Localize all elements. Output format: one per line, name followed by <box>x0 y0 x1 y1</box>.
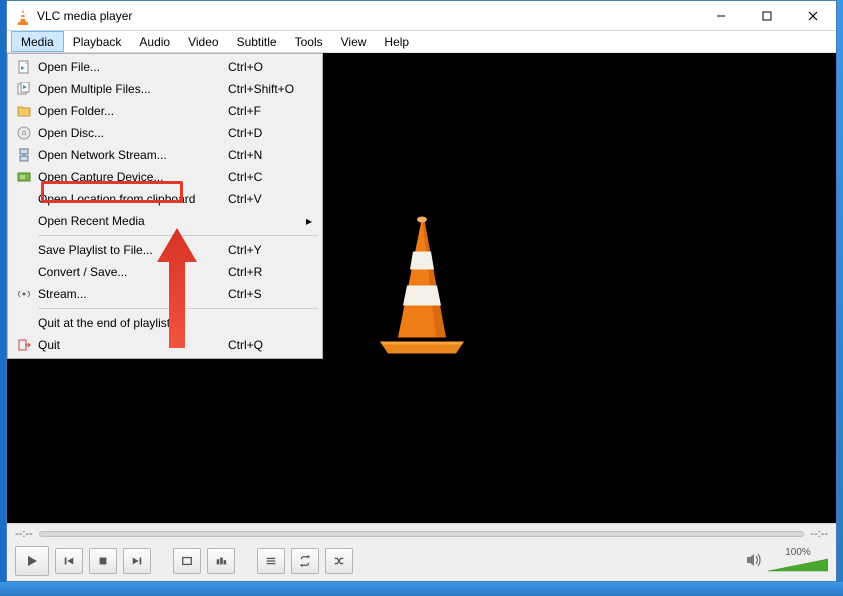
menu-tools[interactable]: Tools <box>286 31 332 52</box>
multiple-icon <box>14 81 34 97</box>
volume-area: 100% <box>746 547 828 576</box>
vlc-cone-icon <box>15 8 31 24</box>
file-icon <box>14 59 34 75</box>
menu-item-label: Open Disc... <box>38 126 228 140</box>
menubar: MediaPlaybackAudioVideoSubtitleToolsView… <box>7 31 836 53</box>
menu-item-shortcut: Ctrl+Shift+O <box>228 82 302 96</box>
menu-item-label: Open Network Stream... <box>38 148 228 162</box>
next-button[interactable] <box>123 548 151 574</box>
stop-button[interactable] <box>89 548 117 574</box>
close-button[interactable] <box>790 1 836 30</box>
menu-item-open-file[interactable]: Open File...Ctrl+O <box>10 56 320 78</box>
menu-item-label: Stream... <box>38 287 228 301</box>
window-title: VLC media player <box>37 9 132 23</box>
menu-item-shortcut: Ctrl+Y <box>228 243 302 257</box>
menu-item-label: Open Folder... <box>38 104 228 118</box>
menu-separator <box>38 308 318 309</box>
desktop-edge-right <box>837 0 843 582</box>
time-elapsed: --:-- <box>15 528 33 540</box>
submenu-arrow-icon: ▸ <box>302 214 316 228</box>
menu-item-convert-save[interactable]: Convert / Save...Ctrl+R <box>10 261 320 283</box>
media-menu-dropdown: Open File...Ctrl+OOpen Multiple Files...… <box>7 53 323 359</box>
fullscreen-button[interactable] <box>173 548 201 574</box>
menu-item-shortcut: Ctrl+C <box>228 170 302 184</box>
quit-icon <box>14 337 34 353</box>
menu-item-open-recent-media[interactable]: Open Recent Media ▸ <box>10 210 320 232</box>
controls-bar: --:-- --:-- 100% <box>7 523 836 581</box>
menu-item-shortcut: Ctrl+R <box>228 265 302 279</box>
menu-item-shortcut: Ctrl+V <box>228 192 302 206</box>
menu-item-label: Open Capture Device... <box>38 170 228 184</box>
folder-icon <box>14 103 34 119</box>
menu-video[interactable]: Video <box>179 31 227 52</box>
menu-item-label: Open File... <box>38 60 228 74</box>
disc-icon <box>14 125 34 141</box>
time-total: --:-- <box>810 528 828 540</box>
buttons-row: 100% <box>7 542 836 581</box>
menu-item-open-multiple-files[interactable]: Open Multiple Files...Ctrl+Shift+O <box>10 78 320 100</box>
menu-separator <box>38 235 318 236</box>
menu-item-label: Open Location from clipboard <box>38 192 228 206</box>
menu-item-open-location-from-clipboard[interactable]: Open Location from clipboardCtrl+V <box>10 188 320 210</box>
play-button[interactable] <box>15 546 49 576</box>
capture-icon <box>14 169 34 185</box>
menu-item-quit-at-the-end-of-playlist[interactable]: Quit at the end of playlist <box>10 312 320 334</box>
menu-item-open-network-stream[interactable]: Open Network Stream...Ctrl+N <box>10 144 320 166</box>
network-icon <box>14 147 34 163</box>
menu-item-shortcut: Ctrl+Q <box>228 338 302 352</box>
blank-icon <box>14 191 34 207</box>
seek-slider[interactable] <box>39 531 805 537</box>
menu-item-label: Quit at the end of playlist <box>38 316 228 330</box>
playlist-button[interactable] <box>257 548 285 574</box>
vlc-cone-logo <box>362 212 482 365</box>
menu-audio[interactable]: Audio <box>130 31 179 52</box>
menu-item-shortcut: Ctrl+D <box>228 126 302 140</box>
menu-item-quit[interactable]: QuitCtrl+Q <box>10 334 320 356</box>
menu-view[interactable]: View <box>332 31 376 52</box>
stream-icon <box>14 286 34 302</box>
blank-icon <box>14 315 34 331</box>
menu-item-label: Save Playlist to File... <box>38 243 228 257</box>
menu-item-label: Open Multiple Files... <box>38 82 228 96</box>
menu-item-stream[interactable]: Stream...Ctrl+S <box>10 283 320 305</box>
prev-button[interactable] <box>55 548 83 574</box>
desktop-edge-bottom <box>0 582 843 596</box>
window-controls <box>698 1 836 30</box>
menu-item-save-playlist-to-file[interactable]: Save Playlist to File...Ctrl+Y <box>10 239 320 261</box>
menu-item-label: Convert / Save... <box>38 265 228 279</box>
ext-button[interactable] <box>207 548 235 574</box>
minimize-button[interactable] <box>698 1 744 30</box>
menu-item-open-folder[interactable]: Open Folder...Ctrl+F <box>10 100 320 122</box>
vlc-window: VLC media player MediaPlaybackAudioVideo… <box>6 0 837 582</box>
blank-icon <box>14 213 34 229</box>
video-area[interactable]: Open File...Ctrl+OOpen Multiple Files...… <box>7 53 836 523</box>
speaker-icon[interactable] <box>746 553 762 570</box>
volume-percent: 100% <box>785 547 811 558</box>
seek-row: --:-- --:-- <box>7 524 836 542</box>
menu-item-label: Open Recent Media <box>38 214 228 228</box>
menu-subtitle[interactable]: Subtitle <box>228 31 286 52</box>
blank-icon <box>14 242 34 258</box>
menu-item-shortcut: Ctrl+N <box>228 148 302 162</box>
menu-item-shortcut: Ctrl+O <box>228 60 302 74</box>
maximize-button[interactable] <box>744 1 790 30</box>
volume-slider[interactable] <box>768 558 828 576</box>
menu-media[interactable]: Media <box>11 31 64 52</box>
shuffle-button[interactable] <box>325 548 353 574</box>
loop-button[interactable] <box>291 548 319 574</box>
titlebar[interactable]: VLC media player <box>7 1 836 31</box>
menu-item-label: Quit <box>38 338 228 352</box>
menu-playback[interactable]: Playback <box>64 31 131 52</box>
menu-item-open-capture-device[interactable]: Open Capture Device...Ctrl+C <box>10 166 320 188</box>
menu-item-shortcut: Ctrl+S <box>228 287 302 301</box>
menu-help[interactable]: Help <box>375 31 418 52</box>
menu-item-open-disc[interactable]: Open Disc...Ctrl+D <box>10 122 320 144</box>
menu-item-shortcut: Ctrl+F <box>228 104 302 118</box>
blank-icon <box>14 264 34 280</box>
